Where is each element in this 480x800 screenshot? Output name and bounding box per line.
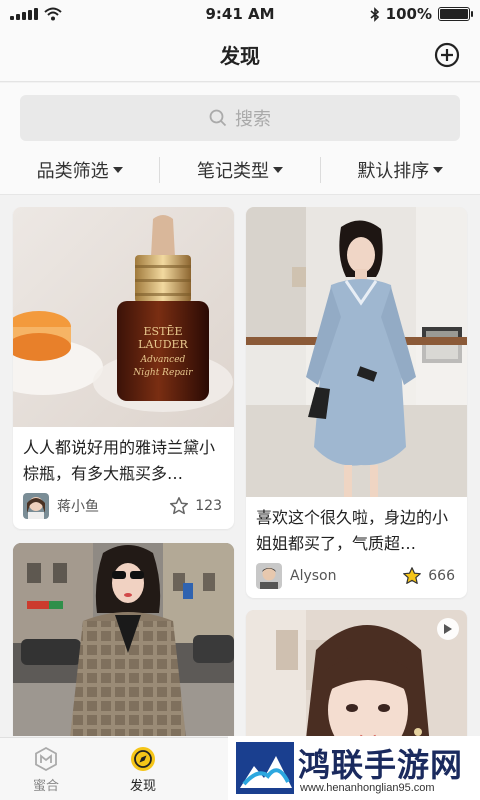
- feed: ESTĒE LAUDER Advanced Night Repair 人人都说好…: [0, 196, 480, 736]
- filter-label: 默认排序: [357, 161, 430, 182]
- search-icon: [209, 109, 227, 127]
- note-card[interactable]: 喜欢这个很久啦，身边的小姐姐都买了，气质超… Alyson 666: [246, 207, 467, 598]
- portrait-photo: [246, 610, 467, 736]
- filter-bar: 品类筛选 笔记类型 默认排序: [0, 153, 480, 187]
- search-placeholder: 搜索: [235, 109, 271, 130]
- product-text: Night Repair: [133, 368, 193, 378]
- watermark-url: www.henanhonglian95.com: [300, 782, 435, 794]
- play-icon[interactable]: [437, 618, 459, 640]
- product-label: ESTĒE LAUDER Advanced Night Repair: [117, 325, 209, 380]
- watermark: 鸿联手游网 www.henanhonglian95.com: [228, 736, 480, 800]
- status-time: 9:41 AM: [205, 5, 275, 23]
- like-button[interactable]: 123: [169, 496, 222, 516]
- tab-label: 发现: [129, 779, 156, 794]
- avatar: [23, 493, 49, 519]
- signal-icon: [10, 8, 38, 20]
- battery-icon: [438, 7, 473, 21]
- tab-mihe[interactable]: 蜜合: [16, 746, 76, 796]
- filter-label: 笔记类型: [196, 161, 269, 182]
- like-button[interactable]: 666: [402, 566, 455, 586]
- brand-text: LAUDER: [138, 338, 188, 351]
- add-post-icon[interactable]: [434, 42, 460, 68]
- nav-bar: 发现: [0, 28, 480, 82]
- compass-icon: [131, 747, 155, 771]
- serum-photo: [13, 207, 234, 427]
- caret-down-icon: [272, 167, 283, 173]
- street-photo: [13, 543, 234, 736]
- dress-photo: [246, 207, 467, 497]
- filter-label: 品类筛选: [36, 161, 109, 182]
- caret-down-icon: [112, 167, 123, 173]
- author-name: Alyson: [290, 568, 337, 584]
- search-input[interactable]: 搜索: [20, 95, 460, 141]
- tab-label: 蜜合: [32, 779, 59, 794]
- note-card[interactable]: ESTĒE LAUDER Advanced Night Repair 人人都说好…: [13, 207, 234, 529]
- author-name: 蒋小鱼: [57, 499, 99, 515]
- page-title: 发现: [220, 44, 260, 68]
- note-card[interactable]: [246, 610, 467, 736]
- watermark-logo-icon: [236, 742, 294, 794]
- status-bar: 9:41 AM 100%: [0, 0, 480, 28]
- filter-sort[interactable]: 默认排序: [319, 157, 480, 183]
- avatar: [256, 563, 282, 589]
- brand-text: ESTĒE: [143, 325, 183, 338]
- note-title: 喜欢这个很久啦，身边的小姐姐都买了，气质超…: [256, 508, 449, 553]
- note-card[interactable]: [13, 543, 234, 736]
- star-filled-icon: [403, 567, 422, 584]
- tab-discover[interactable]: 发现: [113, 746, 173, 796]
- like-count: 123: [195, 498, 222, 514]
- wifi-icon: [44, 7, 62, 21]
- product-text: Advanced: [140, 355, 186, 365]
- like-count: 666: [428, 568, 455, 584]
- filter-note-type[interactable]: 笔记类型: [159, 157, 319, 183]
- filter-category[interactable]: 品类筛选: [0, 157, 159, 183]
- note-title: 人人都说好用的雅诗兰黛小棕瓶，有多大瓶买多…: [23, 438, 216, 483]
- bluetooth-icon: [370, 6, 379, 22]
- watermark-text: 鸿联手游网: [298, 746, 464, 784]
- search-area: 搜索 品类筛选 笔记类型 默认排序: [0, 83, 480, 195]
- star-outline-icon: [170, 497, 189, 515]
- m-logo-icon: [35, 746, 57, 772]
- battery-percent: 100%: [385, 5, 432, 23]
- caret-down-icon: [433, 167, 444, 173]
